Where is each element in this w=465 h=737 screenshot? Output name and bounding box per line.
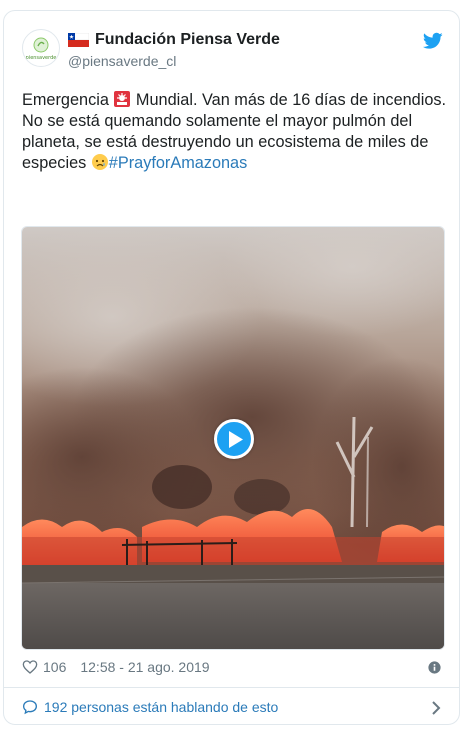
hashtag-link[interactable]: #PrayforAmazonas [109, 154, 247, 172]
avatar[interactable]: piensaverde [22, 29, 60, 67]
speech-bubble-icon [22, 700, 38, 715]
avatar-text: piensaverde [26, 55, 57, 61]
tweet-card: piensaverde Fundación Piensa Verde @pien… [3, 10, 460, 725]
divider [4, 687, 459, 688]
tweet-timestamp[interactable]: 12:58 - 21 ago. 2019 [80, 659, 209, 675]
tweet-text-part-1: Emergencia [22, 91, 114, 109]
author-name[interactable]: Fundación Piensa Verde [95, 31, 280, 49]
author-handle[interactable]: @piensaverde_cl [68, 53, 176, 69]
chile-flag-icon [68, 33, 89, 47]
chevron-right-icon[interactable] [431, 700, 441, 716]
twitter-bird-icon[interactable] [423, 32, 443, 50]
play-button[interactable] [214, 419, 254, 459]
play-icon [229, 431, 243, 448]
author-name-line[interactable]: Fundación Piensa Verde [68, 31, 280, 49]
conversation-link[interactable]: 192 personas están hablando de esto [22, 699, 278, 715]
info-icon[interactable] [428, 661, 441, 674]
tweet-text: Emergencia Mundial. Van más de 16 días d… [22, 90, 452, 174]
avatar-logo-icon: piensaverde [26, 37, 57, 61]
video-thumbnail[interactable] [21, 226, 445, 650]
conversation-text[interactable]: 192 personas están hablando de esto [44, 699, 278, 715]
like-count[interactable]: 106 [43, 659, 66, 675]
tweet-meta: 106 12:58 - 21 ago. 2019 [22, 659, 210, 675]
police-light-icon [114, 91, 131, 107]
crying-face-icon [91, 154, 108, 170]
heart-icon[interactable] [22, 659, 38, 675]
